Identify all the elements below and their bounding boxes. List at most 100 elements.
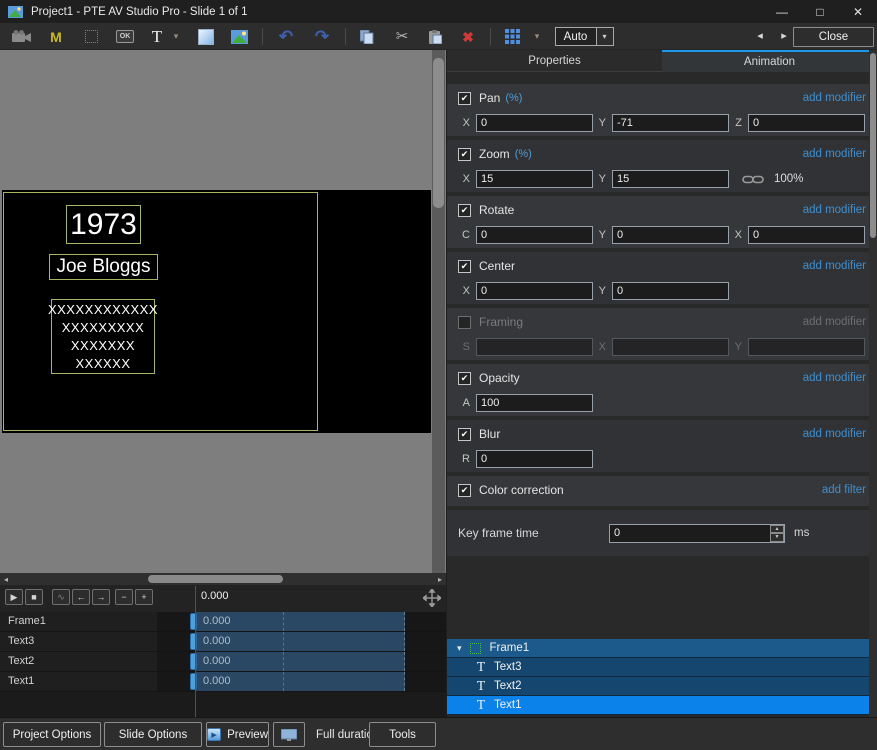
keyframe-time-row: Key frame time ▲ ▼ ms bbox=[447, 510, 877, 556]
paste-icon[interactable] bbox=[423, 23, 447, 50]
slide-canvas[interactable]: 1973 Joe Bloggs XXXXXXXXXXXX XXXXXXXXX X… bbox=[2, 190, 431, 433]
tab-animation[interactable]: Animation bbox=[662, 50, 877, 72]
redo-icon[interactable]: ↷ bbox=[310, 23, 334, 50]
timeline-horizontal-scrollbar[interactable]: ◂ ▸ bbox=[0, 573, 446, 585]
text-object-block[interactable]: XXXXXXXXXXXX XXXXXXXXX XXXXXXX XXXXXX bbox=[51, 299, 155, 374]
rotate-checkbox[interactable]: ✔ bbox=[458, 204, 471, 217]
text-tool-button[interactable]: T bbox=[148, 23, 166, 50]
keyframe-time-stepper[interactable]: ▲ ▼ bbox=[770, 525, 784, 542]
scroll-right-icon[interactable]: ▸ bbox=[434, 573, 446, 585]
blur-add-modifier-link[interactable]: add modifier bbox=[803, 428, 866, 440]
prev-slide-button[interactable]: ◂ bbox=[752, 23, 768, 50]
scroll-left-icon[interactable]: ◂ bbox=[0, 573, 12, 585]
framing-s-input[interactable] bbox=[476, 338, 593, 356]
panel-vertical-scrollbar[interactable] bbox=[869, 50, 877, 717]
center-checkbox[interactable]: ✔ bbox=[458, 260, 471, 273]
next-slide-button[interactable]: ▸ bbox=[776, 23, 792, 50]
add-frame-icon[interactable] bbox=[195, 23, 217, 50]
timeline-row-text1[interactable]: Text1 0.000 bbox=[0, 672, 446, 692]
pan-checkbox[interactable]: ✔ bbox=[458, 92, 471, 105]
text-tool-dropdown-icon[interactable]: ▾ bbox=[170, 23, 182, 50]
tools-button[interactable]: Tools bbox=[369, 722, 436, 747]
slide-preview-area[interactable]: 1973 Joe Bloggs XXXXXXXXXXXX XXXXXXXXX X… bbox=[0, 50, 446, 573]
zoom-in-button[interactable]: + bbox=[135, 589, 153, 605]
opacity-checkbox[interactable]: ✔ bbox=[458, 372, 471, 385]
prev-keyframe-button[interactable]: ← bbox=[72, 589, 90, 605]
zoom-y-input[interactable] bbox=[612, 170, 729, 188]
blur-r-input[interactable] bbox=[476, 450, 593, 468]
object-row-frame1[interactable]: ▾ Frame1 bbox=[447, 639, 870, 658]
grid-dropdown-icon[interactable]: ▾ bbox=[530, 23, 544, 50]
preview-vertical-scrollbar[interactable] bbox=[432, 50, 445, 573]
color-correction-checkbox[interactable]: ✔ bbox=[458, 484, 471, 497]
stop-button[interactable]: ■ bbox=[25, 589, 43, 605]
framing-y-input[interactable] bbox=[748, 338, 865, 356]
cut-icon[interactable]: ✂ bbox=[390, 23, 414, 50]
object-row-text1[interactable]: T Text1 bbox=[447, 696, 870, 715]
scrollbar-thumb[interactable] bbox=[148, 575, 283, 583]
rotate-add-modifier-link[interactable]: add modifier bbox=[803, 204, 866, 216]
section-blur: ✔ Blur add modifier R bbox=[447, 420, 877, 472]
selection-tool-icon[interactable] bbox=[80, 23, 102, 50]
timeline-row-text2[interactable]: Text2 0.000 bbox=[0, 652, 446, 672]
rotate-y-input[interactable] bbox=[612, 226, 729, 244]
object-row-text2[interactable]: T Text2 bbox=[447, 677, 870, 696]
center-add-modifier-link[interactable]: add modifier bbox=[803, 260, 866, 272]
stepper-up-icon[interactable]: ▲ bbox=[770, 525, 784, 534]
collapse-chevron-icon[interactable]: ▾ bbox=[457, 643, 462, 654]
add-image-icon[interactable] bbox=[228, 23, 250, 50]
zoom-x-input[interactable] bbox=[476, 170, 593, 188]
auto-mode-value[interactable]: Auto bbox=[555, 27, 597, 46]
project-options-button[interactable]: Project Options bbox=[3, 722, 101, 747]
pan-x-input[interactable] bbox=[476, 114, 593, 132]
slide-options-button[interactable]: Slide Options bbox=[104, 722, 202, 747]
rotate-x-input[interactable] bbox=[748, 226, 865, 244]
keyframe-time-input[interactable] bbox=[609, 524, 785, 543]
fullscreen-preview-button[interactable] bbox=[273, 722, 305, 747]
zoom-checkbox[interactable]: ✔ bbox=[458, 148, 471, 161]
close-window-button[interactable]: ✕ bbox=[839, 0, 877, 23]
playhead-line[interactable] bbox=[195, 586, 196, 717]
zoom-add-modifier-link[interactable]: add modifier bbox=[803, 148, 866, 160]
object-row-text3[interactable]: T Text3 bbox=[447, 658, 870, 677]
center-y-input[interactable] bbox=[612, 282, 729, 300]
framing-add-modifier-link[interactable]: add modifier bbox=[803, 316, 866, 328]
timeline-row-text3[interactable]: Text3 0.000 bbox=[0, 632, 446, 652]
text-object-name[interactable]: Joe Bloggs bbox=[49, 254, 158, 280]
zoom-out-button[interactable]: − bbox=[115, 589, 133, 605]
stepper-down-icon[interactable]: ▼ bbox=[770, 533, 784, 542]
minimize-button[interactable]: — bbox=[763, 0, 801, 23]
add-filter-link[interactable]: add filter bbox=[822, 484, 866, 496]
pan-z-input[interactable] bbox=[748, 114, 865, 132]
mask-tool-button[interactable]: M bbox=[44, 23, 68, 50]
framing-x-input[interactable] bbox=[612, 338, 729, 356]
blur-checkbox[interactable]: ✔ bbox=[458, 428, 471, 441]
framing-checkbox[interactable] bbox=[458, 316, 471, 329]
tab-properties[interactable]: Properties bbox=[447, 50, 662, 72]
delete-icon[interactable]: ✖ bbox=[456, 23, 480, 50]
close-editor-button[interactable]: Close bbox=[793, 27, 874, 47]
rotate-c-input[interactable] bbox=[476, 226, 593, 244]
opacity-add-modifier-link[interactable]: add modifier bbox=[803, 372, 866, 384]
pan-view-icon[interactable] bbox=[423, 589, 441, 610]
preview-button[interactable]: ▶ Preview bbox=[206, 722, 269, 747]
copy-icon[interactable] bbox=[355, 23, 379, 50]
video-camera-icon[interactable] bbox=[8, 23, 36, 50]
pan-y-input[interactable] bbox=[612, 114, 729, 132]
waveform-button[interactable]: ∿ bbox=[52, 589, 70, 605]
play-button[interactable]: ▶ bbox=[5, 589, 23, 605]
text-object-year[interactable]: 1973 bbox=[66, 205, 141, 244]
pan-add-modifier-link[interactable]: add modifier bbox=[803, 92, 866, 104]
center-x-input[interactable] bbox=[476, 282, 593, 300]
auto-mode-dropdown-icon[interactable]: ▾ bbox=[597, 27, 614, 46]
next-keyframe-button[interactable]: → bbox=[92, 589, 110, 605]
button-object-icon[interactable]: OK bbox=[112, 23, 138, 50]
grid-icon[interactable] bbox=[500, 23, 524, 50]
properties-animation-panel: Properties Animation ✔ Pan (%) add modif… bbox=[446, 50, 877, 717]
opacity-a-input[interactable] bbox=[476, 394, 593, 412]
maximize-button[interactable]: □ bbox=[801, 0, 839, 23]
link-xy-icon[interactable] bbox=[742, 174, 764, 185]
timeline-row-frame1[interactable]: Frame1 0.000 bbox=[0, 612, 446, 632]
undo-icon[interactable]: ↶ bbox=[274, 23, 298, 50]
auto-mode-select[interactable]: Auto ▾ bbox=[554, 23, 614, 50]
